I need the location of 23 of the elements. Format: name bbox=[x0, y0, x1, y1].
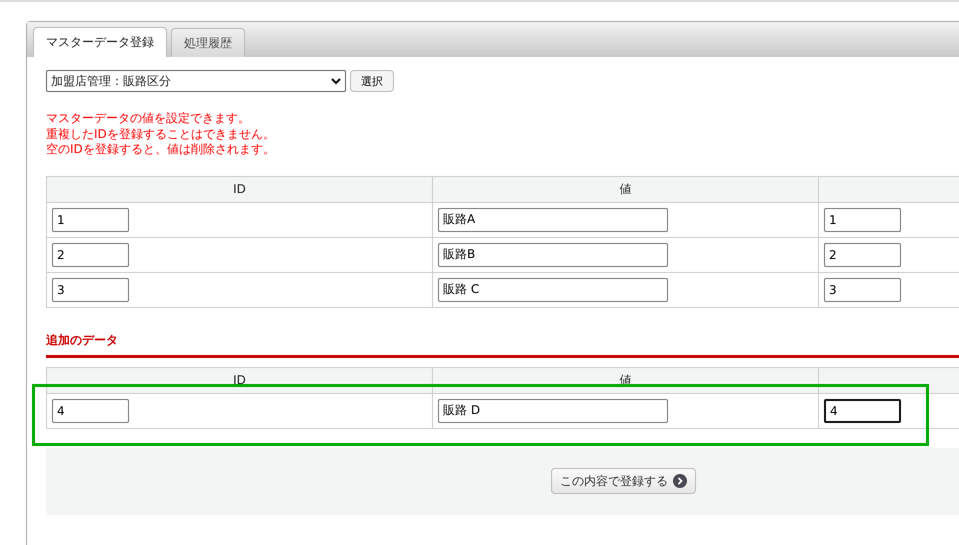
order-field[interactable]: 3 bbox=[824, 278, 901, 302]
submit-button[interactable]: この内容で登録する bbox=[551, 468, 696, 494]
section-title: 追加のデータ bbox=[46, 332, 119, 348]
notice-text: 重複したIDを登録することはできません。 bbox=[46, 126, 276, 142]
tab[interactable]: 処理履歴 bbox=[171, 28, 245, 57]
value-field[interactable]: 販路A bbox=[438, 208, 668, 232]
value-field[interactable]: 販路 C bbox=[438, 278, 668, 302]
column-header: ID bbox=[46, 176, 432, 202]
master-select[interactable]: 加盟店管理：販路区分 bbox=[46, 70, 346, 92]
value-field[interactable]: 販路 D bbox=[438, 398, 668, 422]
select-button[interactable]: 選択 bbox=[350, 70, 394, 92]
column-header: 値 bbox=[432, 176, 818, 202]
order-field[interactable]: 2 bbox=[824, 242, 901, 266]
order-field[interactable]: 4 bbox=[824, 398, 901, 422]
notice-text: 空のIDを登録すると、値は削除されます。 bbox=[46, 142, 276, 158]
id-field[interactable]: 2 bbox=[52, 242, 129, 266]
id-field[interactable]: 4 bbox=[52, 398, 129, 422]
tab[interactable]: マスターデータ登録 bbox=[33, 27, 167, 57]
notice-text: マスターデータの値を設定できます。 bbox=[46, 111, 251, 126]
id-field[interactable]: 3 bbox=[52, 278, 129, 302]
order-field[interactable]: 1 bbox=[824, 208, 901, 232]
id-field[interactable]: 1 bbox=[52, 208, 129, 232]
value-field[interactable]: 販路B bbox=[438, 242, 668, 266]
